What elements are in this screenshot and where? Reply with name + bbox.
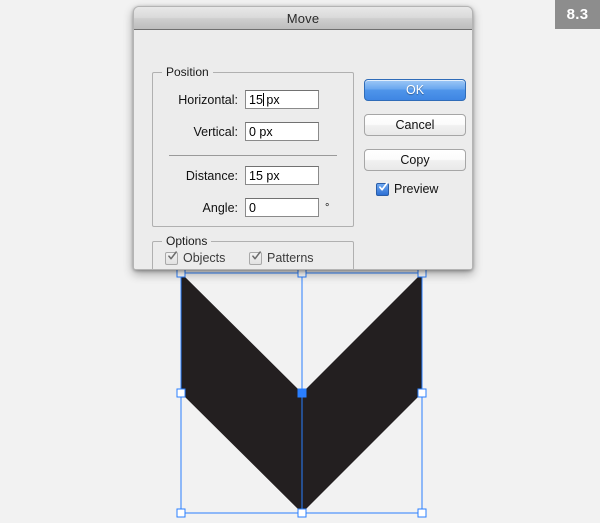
horizontal-label: Horizontal: [178,92,238,107]
distance-field-row: Distance: [161,165,319,186]
handle-bottom-center [297,508,307,518]
preview-checkbox-row[interactable]: Preview [376,181,439,196]
checkmark-icon [379,181,388,191]
handle-middle-right [417,388,427,398]
distance-input[interactable] [245,166,319,185]
move-dialog[interactable]: Move Position Horizontal: Vertical: Dist… [133,6,473,270]
degree-unit-label: ° [325,201,330,214]
objects-checkbox-row[interactable]: Objects [165,250,226,265]
handle-top-right [417,268,427,278]
handle-bottom-right [417,508,427,518]
preview-checkbox-label: Preview [394,182,439,196]
objects-checkbox-label: Objects [183,251,226,265]
handle-top-left [176,268,186,278]
position-group-legend: Position [162,65,213,79]
angle-field-row: Angle: ° [161,197,329,218]
anchor-point-center[interactable] [297,388,307,398]
ok-button[interactable]: OK [364,79,466,101]
position-group: Position Horizontal: Vertical: Distance:… [152,65,354,227]
patterns-checkbox[interactable] [249,250,262,265]
copy-button[interactable]: Copy [364,149,466,171]
objects-checkbox[interactable] [165,250,178,265]
dialog-body: Position Horizontal: Vertical: Distance:… [134,30,472,269]
handle-top-center [297,268,307,278]
options-group: Options Objects Patterns [152,234,354,269]
preview-checkbox[interactable] [376,181,389,196]
handle-middle-left [176,388,186,398]
horizontal-input-wrap [245,90,319,109]
position-group-divider [169,155,337,156]
horizontal-field-row: Horizontal: [161,89,319,110]
angle-label: Angle: [202,200,238,215]
vertical-field-row: Vertical: [161,121,319,142]
options-group-legend: Options [162,234,212,248]
horizontal-input[interactable] [245,90,319,109]
vertical-input[interactable] [245,122,319,141]
checkmark-icon [168,250,177,259]
distance-label: Distance: [185,168,238,183]
patterns-checkbox-row[interactable]: Patterns [249,250,314,265]
text-caret [263,93,264,106]
patterns-checkbox-label: Patterns [267,251,314,265]
checkmark-icon [252,250,261,259]
handle-bottom-left [176,508,186,518]
dialog-title: Move [286,10,320,26]
cancel-button[interactable]: Cancel [364,114,466,136]
vertical-label: Vertical: [193,124,238,139]
version-badge: 8.3 [555,0,600,29]
angle-input[interactable] [245,198,319,217]
dialog-titlebar[interactable]: Move [134,7,472,30]
